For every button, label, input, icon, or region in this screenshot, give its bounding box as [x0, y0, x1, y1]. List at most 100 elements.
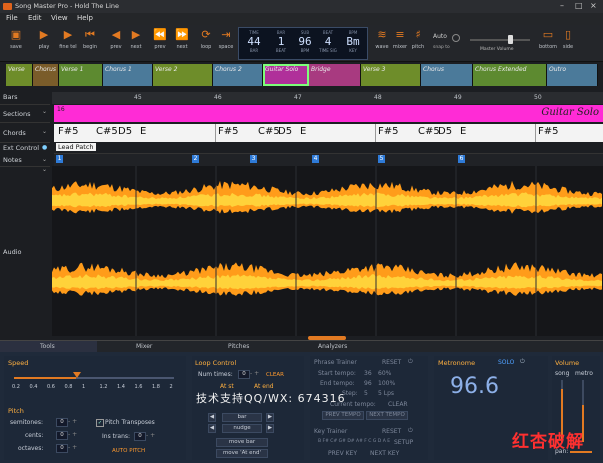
- auto-pitch-button[interactable]: AUTO PITCH: [112, 448, 145, 454]
- chevron-down-icon[interactable]: ⌄: [42, 166, 47, 173]
- chord-label[interactable]: F#5: [218, 126, 239, 137]
- power-icon[interactable]: ⏻: [408, 427, 413, 435]
- note-marker[interactable]: 3: [250, 155, 257, 163]
- ext-patch-label[interactable]: Lead Patch: [56, 143, 96, 151]
- master-volume-thumb[interactable]: [508, 35, 513, 44]
- next-tempo-button[interactable]: NEXT TEMPO: [366, 411, 408, 420]
- pitch-transposes-checkbox[interactable]: ✓: [96, 419, 104, 427]
- move-bar-button[interactable]: move bar: [216, 438, 268, 447]
- note-marker[interactable]: 5: [378, 155, 385, 163]
- chord-label[interactable]: D5: [118, 126, 132, 137]
- menu-edit[interactable]: Edit: [28, 14, 42, 22]
- menu-view[interactable]: View: [51, 14, 68, 22]
- loop-clear-button[interactable]: CLEAR: [266, 372, 284, 378]
- ins-trans-field[interactable]: 0: [134, 432, 146, 441]
- audio-lane[interactable]: [52, 166, 603, 336]
- next-key-button[interactable]: NEXT KEY: [370, 450, 399, 457]
- tab-tools[interactable]: Tools: [40, 343, 55, 350]
- chord-label[interactable]: F#5: [58, 126, 79, 137]
- chord-label[interactable]: F#5: [378, 126, 399, 137]
- overview-section[interactable]: Chorus: [421, 64, 473, 86]
- overview-section[interactable]: Guitar Solo: [263, 64, 309, 86]
- end-tempo-value[interactable]: 96: [364, 380, 372, 387]
- toolbar-next-button[interactable]: ▶ next: [126, 28, 146, 50]
- move-at-end-button[interactable]: move 'At end': [216, 449, 268, 458]
- chord-label[interactable]: D5: [438, 126, 452, 137]
- panel-resize-handle[interactable]: [308, 336, 346, 340]
- chevron-down-icon[interactable]: ⌄: [42, 156, 47, 163]
- toolbar-prev2-button[interactable]: ⏪ prev: [150, 28, 170, 50]
- overview-section[interactable]: Verse 3: [361, 64, 421, 86]
- toolbar-space-button[interactable]: ⇥ space: [216, 28, 236, 50]
- maximize-icon[interactable]: □: [575, 1, 583, 10]
- toolbar-wave-button[interactable]: ≋ wave: [372, 28, 392, 50]
- toolbar-prev-button[interactable]: ◀ prev: [106, 28, 126, 50]
- toolbar-next2-button[interactable]: ⏩ next: [172, 28, 192, 50]
- chord-label[interactable]: E: [300, 126, 306, 137]
- auto-knob-icon[interactable]: [452, 34, 460, 42]
- toolbar-pitch-button[interactable]: ♯ pitch: [408, 28, 428, 50]
- notes-lane[interactable]: 1 2 3 4 5 6: [54, 153, 603, 167]
- chords-lane[interactable]: F#5 C#5 D5 E F#5 C#5 D5 E F#5 C#5 D5 E F#5: [54, 124, 603, 142]
- arrow-right-icon[interactable]: ▶: [266, 413, 274, 422]
- overview-section[interactable]: Bridge: [309, 64, 361, 86]
- tab-analyzers[interactable]: Analyzers: [318, 343, 347, 350]
- stepper-icon[interactable]: - +: [250, 370, 259, 377]
- toolbar-fine-button[interactable]: ▶ fine tel: [58, 28, 78, 50]
- arrow-right-icon[interactable]: ▶: [266, 424, 274, 433]
- key-trainer-reset-button[interactable]: RESET: [382, 428, 401, 435]
- menu-help[interactable]: Help: [77, 14, 93, 22]
- note-marker[interactable]: 4: [312, 155, 319, 163]
- bar-button[interactable]: bar: [222, 413, 262, 422]
- minimize-icon[interactable]: –: [560, 1, 564, 10]
- stepper-icon[interactable]: - +: [68, 418, 77, 425]
- key-setup-button[interactable]: SETUP: [394, 439, 413, 446]
- chord-label[interactable]: C#5: [96, 126, 118, 137]
- note-marker[interactable]: 2: [192, 155, 199, 163]
- sections-lane[interactable]: 16 Guitar Solo: [54, 105, 603, 122]
- stepper-icon[interactable]: - +: [146, 432, 155, 439]
- close-icon[interactable]: ×: [590, 1, 597, 10]
- bar-ruler[interactable]: 45464748495051: [52, 92, 603, 104]
- overview-section[interactable]: Outro: [547, 64, 598, 86]
- semitones-field[interactable]: 0: [56, 418, 68, 427]
- toolbar-save-button[interactable]: ▣ save: [6, 28, 26, 50]
- chord-label[interactable]: C#5: [258, 126, 280, 137]
- link-icon[interactable]: ●: [42, 144, 47, 151]
- prev-tempo-button[interactable]: PREV TEMPO: [322, 411, 364, 420]
- overview-section[interactable]: Chorus: [33, 64, 59, 86]
- start-tempo-value[interactable]: 36: [364, 370, 372, 377]
- overview-section[interactable]: Chorus 2: [213, 64, 263, 86]
- speed-slider-thumb[interactable]: [73, 372, 82, 378]
- arrow-left-icon[interactable]: ◀: [208, 424, 216, 433]
- chord-label[interactable]: E: [460, 126, 466, 137]
- speed-slider[interactable]: [14, 372, 174, 379]
- step-value[interactable]: 5: [364, 390, 368, 397]
- song-overview[interactable]: Verse Chorus Verse 1 Chorus 1 Verse 2 Chorus …: [6, 64, 598, 86]
- tab-pitches[interactable]: Pitches: [228, 343, 249, 350]
- chord-label[interactable]: E: [140, 126, 146, 137]
- overview-section[interactable]: Verse: [6, 64, 33, 86]
- stepper-icon[interactable]: - +: [68, 431, 77, 438]
- metronome-bpm[interactable]: 96.6: [450, 374, 499, 399]
- chevron-down-icon[interactable]: ⌄: [42, 108, 47, 115]
- phrase-clear-button[interactable]: CLEAR: [388, 401, 408, 408]
- overview-section[interactable]: Chorus Extended: [473, 64, 547, 86]
- arrow-left-icon[interactable]: ◀: [208, 413, 216, 422]
- toolbar-side-button[interactable]: ▯ side: [558, 28, 578, 50]
- overview-section[interactable]: Chorus 1: [103, 64, 153, 86]
- toolbar-begin-button[interactable]: ⏮ begin: [80, 28, 100, 50]
- menu-file[interactable]: File: [6, 14, 18, 22]
- nudge-button[interactable]: nudge: [222, 424, 262, 433]
- stepper-icon[interactable]: - +: [68, 444, 77, 451]
- num-times-field[interactable]: 0: [238, 370, 250, 379]
- phrase-reset-button[interactable]: RESET: [382, 359, 401, 366]
- power-icon[interactable]: ⏻: [408, 358, 413, 366]
- overview-section[interactable]: Verse 1: [59, 64, 103, 86]
- chord-label[interactable]: C#5: [418, 126, 440, 137]
- metronome-solo-button[interactable]: SOLO: [498, 359, 514, 366]
- note-marker[interactable]: 1: [56, 155, 63, 163]
- overview-section[interactable]: Verse 2: [153, 64, 213, 86]
- master-volume-slider[interactable]: [470, 35, 530, 44]
- octaves-field[interactable]: 0: [56, 444, 68, 453]
